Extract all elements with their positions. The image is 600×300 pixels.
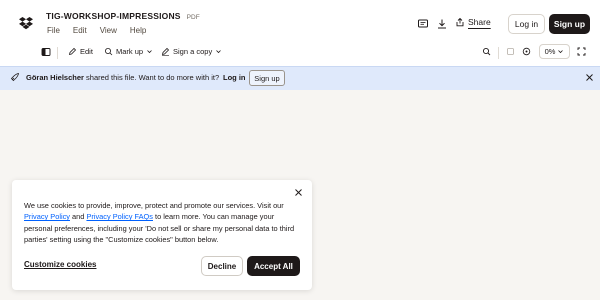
comment-icon[interactable] <box>417 18 429 30</box>
file-title: TIG-WORKSHOP-IMPRESSIONS <box>46 11 181 21</box>
download-icon[interactable] <box>436 18 448 30</box>
file-title-row: TIG-WORKSHOP-IMPRESSIONS PDF <box>46 11 200 21</box>
sign-copy-button[interactable]: Sign a copy <box>161 47 222 56</box>
sidebar-toggle-icon[interactable] <box>41 47 51 57</box>
menu-view[interactable]: View <box>100 26 117 35</box>
close-icon[interactable] <box>585 73 594 82</box>
toolbar: Edit Mark up Sign a copy <box>0 42 600 64</box>
dropbox-logo-icon[interactable] <box>19 16 33 30</box>
file-type-badge: PDF <box>186 14 200 21</box>
menu-file[interactable]: File <box>47 26 60 35</box>
banner-message-text: shared this file. Want to do more with i… <box>83 73 220 82</box>
page-icon[interactable] <box>506 47 515 56</box>
zoom-value: 0% <box>544 47 556 56</box>
markup-label: Mark up <box>116 47 144 56</box>
chevron-down-icon <box>558 50 564 54</box>
banner-login-link[interactable]: Log in <box>223 73 246 82</box>
fullscreen-icon[interactable] <box>577 47 586 56</box>
cookie-message: We use cookies to provide, improve, prot… <box>24 200 300 245</box>
zoom-in-icon[interactable] <box>522 47 531 56</box>
markup-icon <box>105 48 113 56</box>
privacy-policy-link[interactable]: Privacy Policy <box>24 212 70 221</box>
cookie-text-2: and <box>70 212 87 222</box>
share-button[interactable]: Share <box>455 17 494 27</box>
menu-edit[interactable]: Edit <box>73 26 87 35</box>
search-icon[interactable] <box>482 47 491 56</box>
edit-button[interactable]: Edit <box>68 47 93 56</box>
rocket-icon <box>10 72 20 82</box>
menu-bar: File Edit View Help <box>47 26 146 35</box>
toolbar-divider <box>498 47 499 59</box>
sign-icon <box>161 47 170 56</box>
menu-help[interactable]: Help <box>130 26 146 35</box>
decline-button[interactable]: Decline <box>201 256 243 276</box>
cookie-text-1: We use cookies to provide, improve, prot… <box>24 201 284 210</box>
accept-all-button[interactable]: Accept All <box>247 256 300 276</box>
share-label: Share <box>468 17 491 27</box>
banner-user-name: Göran Hielscher <box>26 73 84 82</box>
pencil-icon <box>68 47 77 56</box>
privacy-faqs-link[interactable]: Privacy Policy FAQs <box>86 212 153 221</box>
cookie-dialog: We use cookies to provide, improve, prot… <box>12 180 312 290</box>
signup-button[interactable]: Sign up <box>549 14 590 34</box>
edit-label: Edit <box>80 47 93 56</box>
toolbar-divider <box>57 47 58 59</box>
banner-message: Göran Hielscher shared this file. Want t… <box>26 73 219 82</box>
chevron-down-icon <box>216 50 221 54</box>
login-button[interactable]: Log in <box>508 14 545 34</box>
zoom-select[interactable]: 0% <box>539 44 570 59</box>
share-icon <box>456 17 464 27</box>
markup-button[interactable]: Mark up <box>104 47 153 56</box>
close-icon[interactable] <box>294 188 303 197</box>
share-banner: Göran Hielscher shared this file. Want t… <box>0 66 600 90</box>
banner-signup-button[interactable]: Sign up <box>249 70 285 86</box>
chevron-down-icon <box>147 50 152 54</box>
customize-cookies-link[interactable]: Customize cookies <box>24 260 96 269</box>
sign-copy-label: Sign a copy <box>173 47 213 56</box>
